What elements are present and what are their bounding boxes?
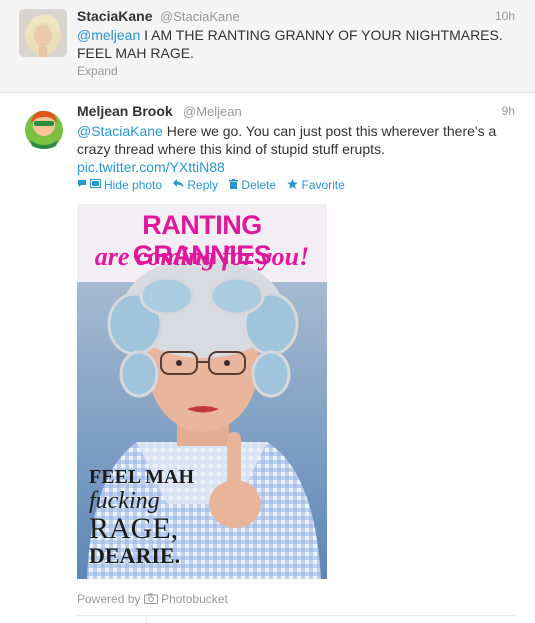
timestamp[interactable]: 9h <box>502 104 515 118</box>
caption-line: FEEL MAH <box>89 466 195 488</box>
tweet-meljean[interactable]: Meljean Brook @Meljean 9h @StaciaKane He… <box>0 93 535 623</box>
photo-link[interactable]: pic.twitter.com/YXttiN88 <box>77 159 225 175</box>
caption-line: DEARIE. <box>89 543 181 568</box>
photobucket-link[interactable]: Photobucket <box>161 592 228 606</box>
tweet-text-line1: I AM THE RANTING GRANNY OF YOUR NIGHTMAR… <box>140 27 503 43</box>
reply-label: Reply <box>187 178 219 193</box>
speech-bubble-icon <box>77 179 87 191</box>
tweet-text-line2: crazy thread where this kind of stupid s… <box>77 141 385 157</box>
hide-photo-label: Hide photo <box>104 178 163 193</box>
divider <box>146 615 147 623</box>
expand-link[interactable]: Expand <box>77 64 118 78</box>
tweet-text: @meljean I AM THE RANTING GRANNY OF YOUR… <box>77 26 517 62</box>
favorite-action[interactable]: Favorite <box>287 177 345 193</box>
tweet-text: @StaciaKane Here we go. You can just pos… <box>77 122 522 176</box>
author-handle[interactable]: @Meljean <box>183 104 242 119</box>
reply-arrow-icon <box>173 179 184 191</box>
tweet-photo[interactable]: RANTING GRANNIES are coming for you! FEE… <box>77 204 327 579</box>
mention-link[interactable]: @meljean <box>77 27 140 43</box>
tweet-text-line2: FEEL MAH RAGE. <box>77 45 194 61</box>
mention-link[interactable]: @StaciaKane <box>77 123 163 139</box>
timestamp[interactable]: 10h <box>495 9 515 23</box>
author-handle[interactable]: @StaciaKane <box>160 9 240 24</box>
reply-action[interactable]: Reply <box>173 177 218 192</box>
delete-label: Delete <box>241 178 277 193</box>
photo-icon <box>90 179 101 191</box>
tweet-actions: Hide photo Reply Delete Favorite <box>77 177 353 192</box>
avatar[interactable] <box>19 9 67 57</box>
photo-subline: are coming for you! <box>94 242 310 271</box>
hide-photo-action[interactable]: Hide photo <box>77 177 162 192</box>
caption-line: RAGE, <box>89 512 179 545</box>
star-icon <box>287 178 299 192</box>
delete-action[interactable]: Delete <box>229 177 276 192</box>
author-name[interactable]: StaciaKane <box>77 8 152 24</box>
camera-icon <box>143 592 161 606</box>
trash-icon <box>229 178 239 192</box>
caption-line: fucking <box>89 488 160 514</box>
photo-caption: FEEL MAH fucking RAGE, DEARIE. <box>89 466 229 568</box>
avatar[interactable] <box>21 106 67 152</box>
divider <box>77 615 515 616</box>
author-name[interactable]: Meljean Brook <box>77 103 173 119</box>
tweet-stacia[interactable]: StaciaKane @StaciaKane 10h @meljean I AM… <box>0 0 535 93</box>
tweet-text-line1: Here we go. You can just post this where… <box>162 123 497 139</box>
tweet-feed: StaciaKane @StaciaKane 10h @meljean I AM… <box>0 0 535 623</box>
powered-by: Powered by Photobucket <box>77 592 228 606</box>
favorite-label: Favorite <box>301 178 345 193</box>
powered-by-label: Powered by <box>77 592 141 606</box>
